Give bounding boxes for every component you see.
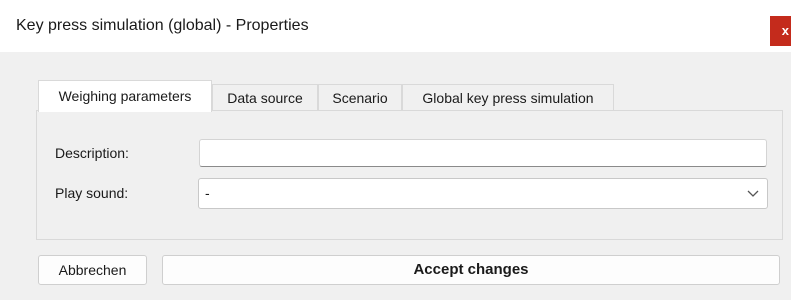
close-button[interactable]: x bbox=[770, 16, 791, 46]
chevron-down-icon bbox=[747, 190, 759, 197]
tab-data-source[interactable]: Data source bbox=[212, 84, 318, 110]
close-icon: x bbox=[781, 23, 789, 38]
tab-scenario[interactable]: Scenario bbox=[318, 84, 402, 110]
tab-panel bbox=[36, 110, 783, 240]
tab-weighing-parameters[interactable]: Weighing parameters bbox=[38, 80, 212, 112]
description-label: Description: bbox=[55, 145, 129, 161]
description-input[interactable] bbox=[199, 139, 767, 167]
cancel-button[interactable]: Abbrechen bbox=[38, 255, 147, 285]
play-sound-label: Play sound: bbox=[55, 185, 129, 201]
play-sound-value: - bbox=[205, 185, 210, 201]
window-title: Key press simulation (global) - Properti… bbox=[16, 17, 309, 34]
title-bar: Key press simulation (global) - Properti… bbox=[0, 0, 791, 52]
accept-changes-button[interactable]: Accept changes bbox=[162, 255, 780, 285]
play-sound-select[interactable]: - bbox=[198, 178, 768, 209]
properties-dialog: Key press simulation (global) - Properti… bbox=[0, 0, 791, 300]
tab-global-key-press-simulation[interactable]: Global key press simulation bbox=[402, 84, 614, 110]
